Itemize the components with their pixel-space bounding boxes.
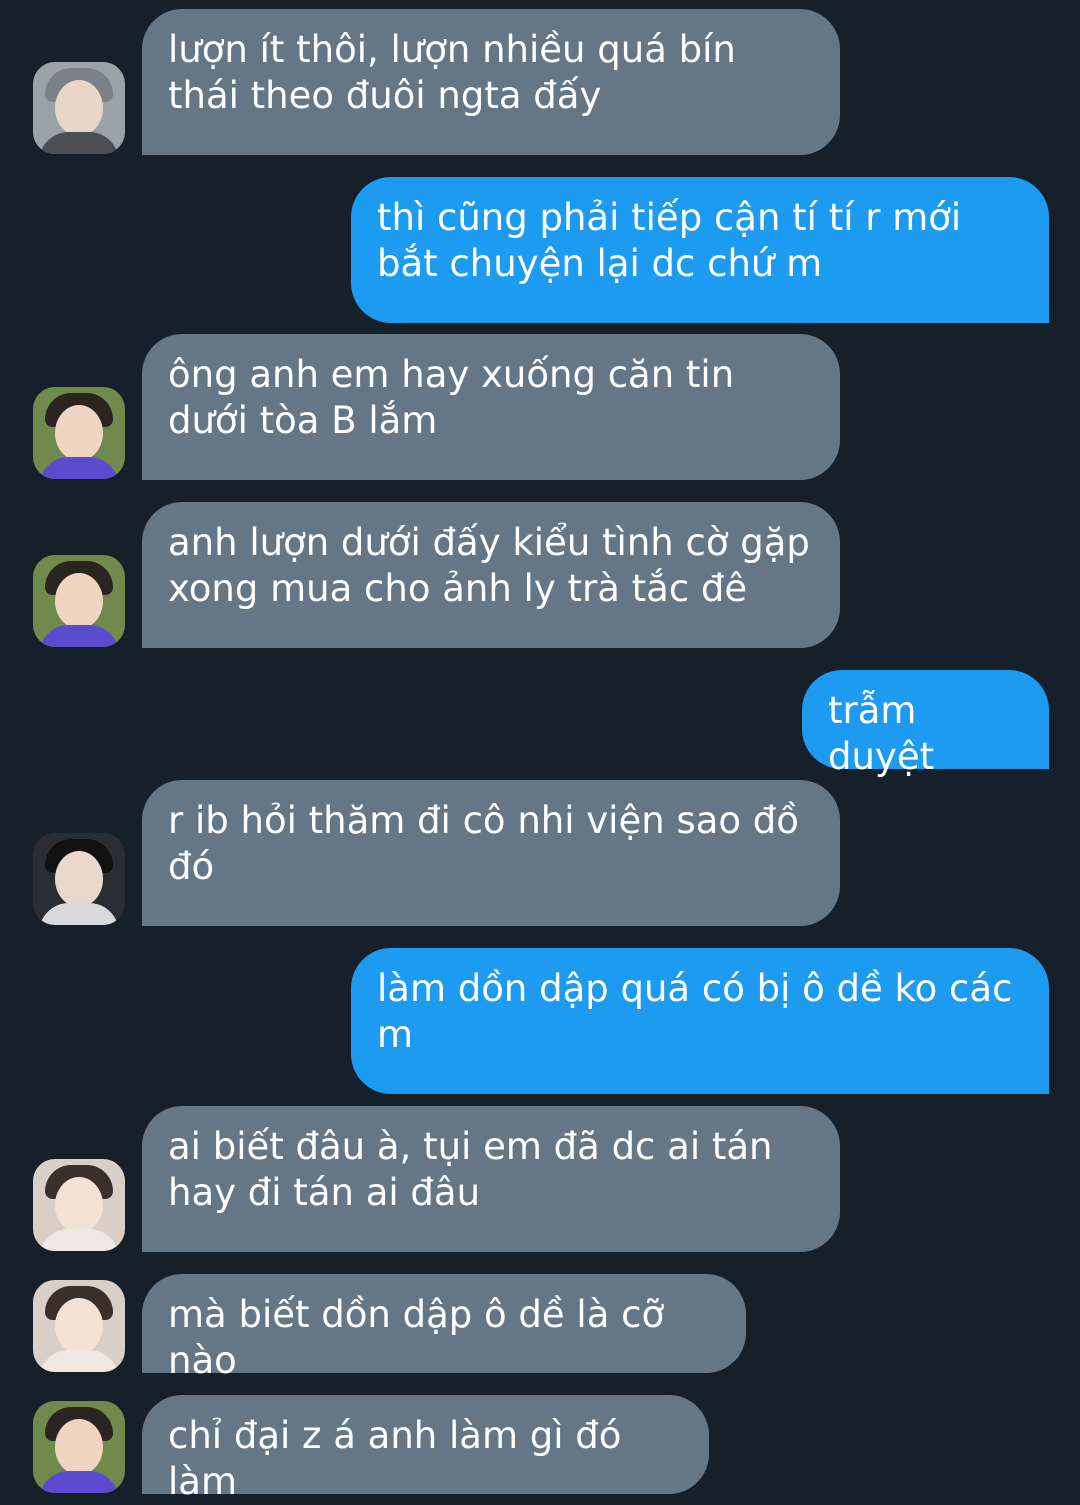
incoming-message-bubble[interactable]: anh lượn dưới đấy kiểu tình cờ gặp xong … — [142, 502, 840, 648]
incoming-message-bubble[interactable]: ai biết đâu à, tụi em đã dc ai tán hay đ… — [142, 1106, 840, 1252]
incoming-message-bubble[interactable]: chỉ đại z á anh làm gì đó làm — [142, 1395, 709, 1503]
avatar[interactable] — [33, 62, 125, 154]
message-text: làm dồn dập quá có bị ô dề ko các m — [377, 967, 1013, 1056]
message-text: r ib hỏi thăm đi cô nhi viện sao đồ đó — [168, 799, 799, 888]
avatar[interactable] — [33, 387, 125, 479]
avatar[interactable] — [33, 1280, 125, 1372]
avatar[interactable] — [33, 1159, 125, 1251]
incoming-message-bubble[interactable]: r ib hỏi thăm đi cô nhi viện sao đồ đó — [142, 780, 840, 926]
message-text: lượn ít thôi, lượn nhiều quá bín thái th… — [168, 28, 736, 117]
message-text: anh lượn dưới đấy kiểu tình cờ gặp xong … — [168, 521, 810, 610]
incoming-message-bubble[interactable]: mà biết dồn dập ô dề là cỡ nào — [142, 1274, 746, 1382]
avatar[interactable] — [33, 1401, 125, 1493]
outgoing-message-bubble[interactable]: thì cũng phải tiếp cận tí tí r mới bắt c… — [351, 177, 1049, 323]
message-text: mà biết dồn dập ô dề là cỡ nào — [168, 1293, 665, 1382]
message-text: ai biết đâu à, tụi em đã dc ai tán hay đ… — [168, 1125, 773, 1214]
outgoing-message-bubble[interactable]: trẫm duyệt — [802, 670, 1049, 778]
message-text: chỉ đại z á anh làm gì đó làm — [168, 1414, 622, 1503]
message-text: trẫm duyệt — [828, 689, 935, 778]
avatar[interactable] — [33, 555, 125, 647]
avatar[interactable] — [33, 833, 125, 925]
incoming-message-bubble[interactable]: ông anh em hay xuống căn tin dưới tòa B … — [142, 334, 840, 480]
incoming-message-bubble[interactable]: lượn ít thôi, lượn nhiều quá bín thái th… — [142, 9, 840, 155]
outgoing-message-bubble[interactable]: làm dồn dập quá có bị ô dề ko các m — [351, 948, 1049, 1094]
message-text: ông anh em hay xuống căn tin dưới tòa B … — [168, 353, 735, 442]
message-text: thì cũng phải tiếp cận tí tí r mới bắt c… — [377, 196, 962, 285]
